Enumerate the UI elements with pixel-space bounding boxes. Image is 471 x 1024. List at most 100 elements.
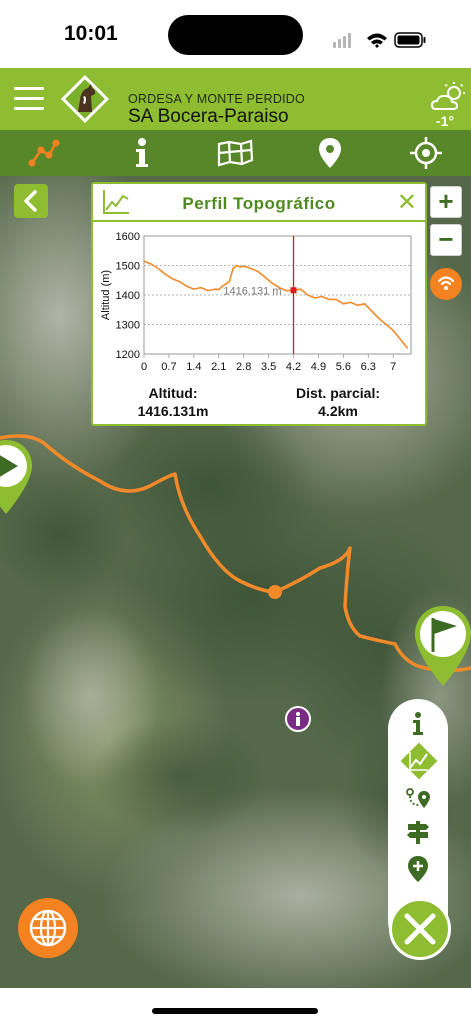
elevation-point — [406, 347, 409, 349]
dynamic-island — [168, 15, 303, 55]
globe-button[interactable] — [18, 898, 78, 958]
elevation-point — [285, 289, 287, 292]
elevation-chart[interactable]: 1600 1500 1400 1300 12000 0.7 1.4 2.1 2.8 3.5 4.2 4… — [97, 224, 421, 374]
elevation-point — [143, 260, 145, 262]
elevation-point — [342, 303, 344, 305]
distance-value: 4.2km — [318, 403, 358, 419]
y-tick-label: 1300 — [116, 320, 140, 332]
elevation-point — [264, 276, 266, 278]
home-indicator[interactable] — [152, 1008, 318, 1014]
x-tick-label: 0.7 — [161, 361, 176, 373]
x-tick-label: 4.2 — [286, 361, 301, 373]
close-route-button[interactable] — [389, 898, 451, 960]
route-icon — [28, 139, 60, 167]
elevation-point — [268, 279, 270, 281]
y-tick-label: 1600 — [116, 231, 140, 243]
menu-icon-line — [14, 97, 44, 100]
temperature-label: -1° — [436, 113, 455, 129]
elevation-point — [328, 298, 330, 301]
status-bar: 10:01 — [0, 0, 471, 68]
elevation-point — [257, 270, 259, 272]
x-tick-label: 4.9 — [311, 361, 326, 373]
globe-icon — [29, 909, 67, 947]
elevation-point — [392, 329, 394, 331]
elevation-point — [157, 267, 159, 270]
signpost-icon — [407, 821, 429, 844]
elevation-point — [364, 303, 366, 305]
y-tick-label: 1500 — [116, 261, 140, 273]
side-elevation-button[interactable] — [398, 741, 440, 781]
x-axis-label: Distancia (km) — [239, 373, 316, 374]
info-icon — [296, 712, 300, 726]
map-layers-button[interactable] — [215, 134, 255, 172]
side-info-button[interactable] — [400, 708, 436, 740]
elevation-point — [218, 289, 220, 291]
info-button[interactable] — [122, 134, 162, 172]
close-icon — [404, 913, 436, 945]
side-signpost-button[interactable] — [400, 816, 436, 848]
x-tick-label: 2.8 — [236, 361, 251, 373]
x-tick-label: 7 — [390, 361, 396, 373]
distance-label: Dist. parcial: — [295, 385, 381, 401]
elevation-point — [300, 288, 302, 290]
y-axis-label: Altitud (m) — [100, 270, 112, 320]
info-icon — [136, 138, 148, 167]
location-pin-icon — [319, 138, 341, 168]
elevation-point — [235, 264, 238, 267]
gps-target-button[interactable] — [406, 134, 446, 172]
route-button[interactable] — [24, 134, 64, 172]
x-tick-label: 2.1 — [211, 361, 226, 373]
elevation-point — [186, 285, 188, 287]
elevation-point — [399, 338, 401, 340]
y-tick-label: 1200 — [116, 349, 140, 361]
side-route-points-button[interactable] — [400, 783, 436, 815]
elevation-point — [214, 288, 216, 290]
route-points-icon — [406, 788, 430, 808]
elevation-point — [371, 310, 373, 312]
elevation-point — [179, 281, 181, 283]
elevation-point — [164, 273, 166, 275]
route-name: SA Bocera-Paraiso — [128, 106, 289, 127]
live-signal-button[interactable] — [430, 268, 462, 300]
elevation-point — [385, 323, 387, 326]
topographic-profile-panel: Perfil Topográfico ✕ 1600 1500 1400 1300 120… — [91, 182, 427, 426]
route-end-flag-pin[interactable] — [413, 604, 471, 688]
info-icon — [413, 712, 423, 735]
altitude-value: 1416.131m — [137, 403, 209, 419]
add-poi-icon — [408, 856, 428, 882]
route-start-pin[interactable] — [0, 438, 34, 516]
elevation-point — [171, 278, 174, 280]
back-button[interactable] — [14, 184, 48, 218]
side-add-poi-button[interactable] — [400, 853, 436, 885]
position-marker-label: 1416.131 m — [223, 285, 281, 297]
location-pin-button[interactable] — [310, 134, 350, 172]
elevation-point — [321, 295, 323, 298]
x-tick-label: 1.4 — [186, 361, 201, 373]
elevation-point — [250, 267, 252, 270]
elevation-point — [193, 288, 195, 290]
home-bar-area — [0, 988, 471, 1024]
elevation-point — [314, 297, 316, 299]
elevation-point — [378, 318, 380, 320]
menu-icon-line — [14, 107, 44, 110]
zoom-out-button[interactable]: − — [430, 224, 462, 256]
elevation-profile-icon — [400, 742, 438, 780]
x-tick-label: 0 — [141, 361, 147, 373]
map-layers-icon — [217, 139, 254, 167]
park-logo — [60, 74, 110, 124]
altitude-label: Altitud: — [148, 385, 198, 401]
elevation-point — [239, 266, 241, 268]
elevation-point — [200, 287, 202, 289]
position-marker-point — [290, 287, 297, 294]
close-icon[interactable]: ✕ — [397, 188, 417, 217]
x-tick-label: 3.5 — [261, 361, 276, 373]
menu-button[interactable] — [14, 87, 46, 111]
park-name: ORDESA Y MONTE PERDIDO — [128, 92, 305, 106]
map-info-poi-icon[interactable] — [285, 706, 311, 732]
elevation-point — [271, 282, 273, 284]
elevation-point — [243, 265, 245, 267]
zoom-in-button[interactable]: + — [430, 186, 462, 218]
x-tick-label: 6.3 — [361, 361, 376, 373]
elevation-point — [307, 294, 309, 296]
elevation-point — [349, 301, 352, 303]
